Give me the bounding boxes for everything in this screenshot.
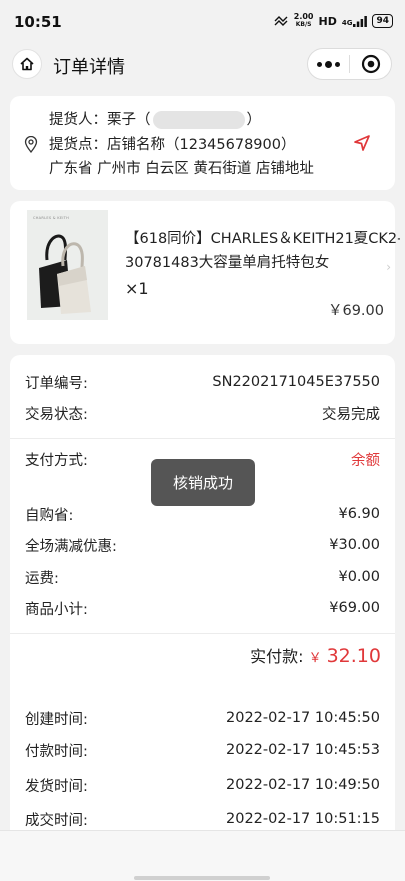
order-status: 交易完成 — [322, 406, 380, 423]
mini-program-capsule — [307, 48, 392, 80]
nfc-icon — [274, 16, 288, 26]
battery-icon: 94 — [372, 14, 393, 28]
status-icons: 2.00 KB/S HD 4G 94 — [273, 13, 393, 29]
product-image: CHARLES & KEITH — [27, 210, 108, 320]
payment-method: 余额 — [351, 452, 380, 469]
handbag-picture — [27, 210, 108, 320]
more-dot-icon — [317, 61, 322, 67]
divider — [10, 633, 395, 634]
payment-time-row: 付款时间: 2022-02-17 10:45:53 — [25, 742, 380, 760]
status-bar: 10:51 2.00 KB/S HD 4G 94 — [0, 0, 405, 44]
product-price: ￥69.00 — [327, 303, 384, 319]
network-speed: 2.00 KB/S — [293, 12, 314, 29]
pickup-info-card: 提货人：栗子（ ） 提货点：店铺名称（12345678900） 广东省 广州市 白… — [10, 96, 395, 190]
chevron-right-icon: › — [386, 260, 391, 274]
product-card[interactable]: CHARLES & KEITH 【618同价】CHARLES＆KEITH21夏C… — [10, 201, 400, 344]
bottom-bar — [0, 830, 405, 881]
shipping-row: 运费: ¥0.00 — [25, 569, 380, 587]
completed-time-row: 成交时间: 2022-02-17 10:51:15 — [25, 811, 380, 829]
hd-indicator: HD — [318, 14, 337, 28]
home-indicator[interactable] — [134, 876, 270, 880]
shipped-time-row: 发货时间: 2022-02-17 10:49:50 — [25, 777, 380, 795]
close-mini-program-button[interactable] — [350, 54, 391, 74]
product-name: 【618同价】CHARLES＆KEITH21夏CK2- 30781483大容量单… — [125, 231, 400, 271]
signal-icon: 4G — [342, 15, 368, 27]
product-quantity: ×1 — [125, 279, 149, 298]
product-image-brand: CHARLES & KEITH — [33, 216, 70, 220]
order-status-row: 交易状态: 交易完成 — [25, 403, 380, 423]
more-dot-icon — [335, 61, 340, 67]
picker-label: 提货人：栗子（ — [49, 112, 151, 128]
navigation-arrow-icon[interactable] — [352, 133, 372, 153]
amount-paid: 实付款: ￥ 32.10 — [250, 645, 381, 667]
picker-suffix: ） — [246, 112, 262, 128]
toast-message: 核销成功 — [151, 459, 255, 506]
amount-paid-value: 32.10 — [326, 645, 381, 667]
order-number: SN2202171045E37550 — [212, 374, 380, 390]
created-time-row: 创建时间: 2022-02-17 10:45:50 — [25, 710, 380, 728]
home-icon — [20, 57, 34, 71]
subtotal-row: 商品小计: ¥69.00 — [25, 600, 380, 618]
picker-line: 提货人：栗子（ ） — [49, 108, 261, 129]
order-number-row: 订单编号: SN2202171045E37550 — [25, 374, 380, 392]
picker-name-redacted — [152, 111, 245, 129]
location-pin-icon — [24, 136, 38, 153]
more-dot-icon — [325, 60, 332, 68]
nav-bar: 订单详情 — [0, 44, 405, 84]
page-title: 订单详情 — [53, 57, 125, 78]
home-button[interactable] — [12, 49, 42, 79]
target-icon — [361, 54, 380, 74]
pickup-point: 提货点：店铺名称（12345678900） — [49, 137, 296, 153]
order-details-card: 订单编号: SN2202171045E37550 交易状态: 交易完成 支付方式… — [10, 355, 395, 830]
pickup-address: 广东省 广州市 白云区 黄石街道 店铺地址 — [49, 161, 314, 177]
divider — [10, 438, 395, 439]
more-button[interactable] — [308, 60, 349, 68]
status-time: 10:51 — [14, 13, 62, 31]
discount-row: 全场满减优惠: ¥30.00 — [25, 537, 380, 555]
self-pickup-savings-row: 自购省: ¥6.90 — [25, 506, 380, 524]
